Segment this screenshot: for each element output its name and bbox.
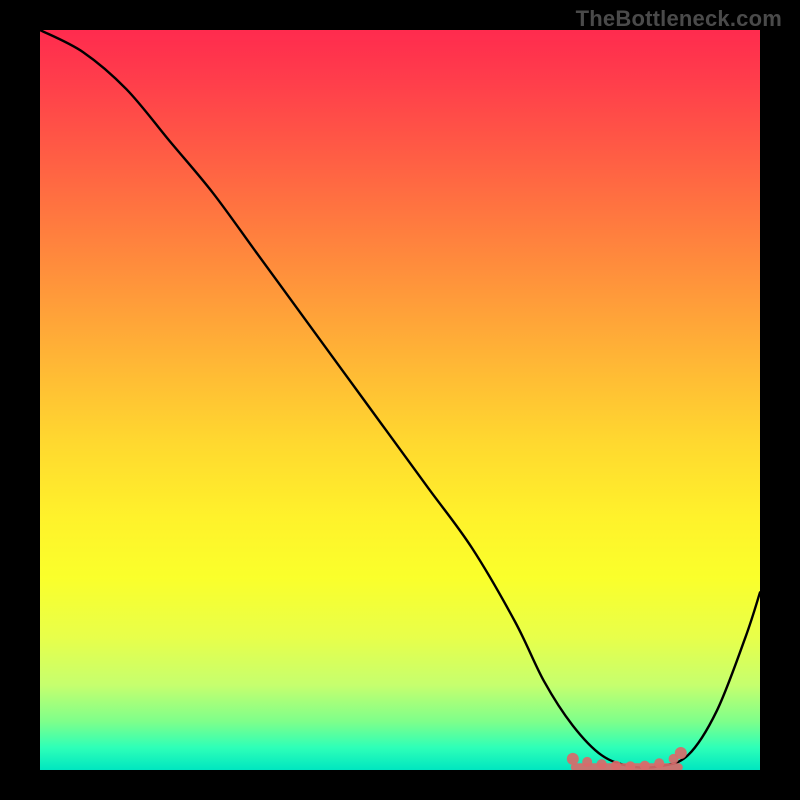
- bottleneck-curve: [40, 30, 760, 768]
- watermark-text: TheBottleneck.com: [576, 6, 782, 32]
- chart-svg: [40, 30, 760, 770]
- marker-dot: [597, 759, 607, 769]
- marker-dot: [582, 757, 592, 767]
- marker-dot: [625, 761, 635, 770]
- marker-group: [567, 747, 687, 770]
- plot-area: [40, 30, 760, 770]
- marker-dot: [654, 758, 664, 768]
- marker-dot: [640, 761, 650, 770]
- chart-frame: TheBottleneck.com: [0, 0, 800, 800]
- marker-dot: [675, 747, 687, 759]
- marker-dot: [567, 753, 579, 765]
